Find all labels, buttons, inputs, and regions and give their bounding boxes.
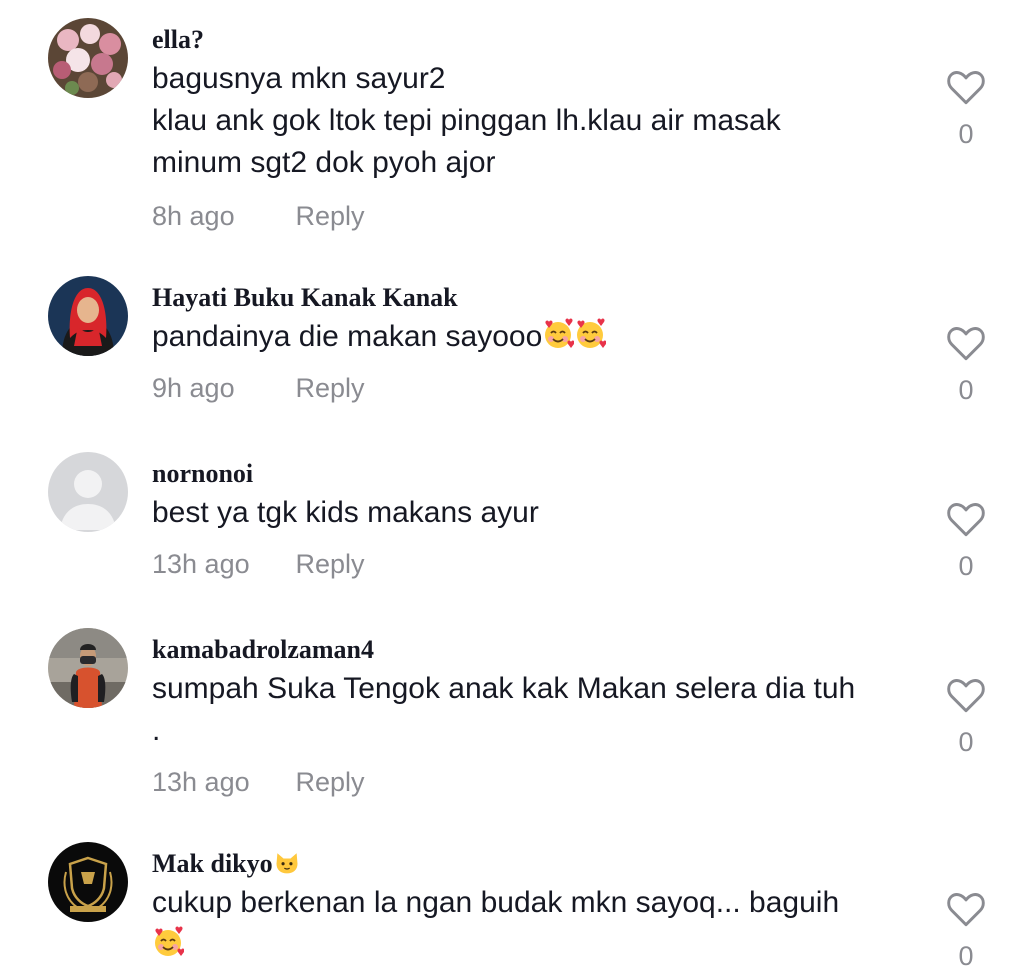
comment-text: pandainya die makan sayooo bbox=[152, 316, 912, 358]
comment-text: sumpah Suka Tengok anak kak Makan selera… bbox=[152, 668, 912, 752]
flower-bouquet-avatar[interactable] bbox=[48, 18, 128, 98]
heart-icon bbox=[944, 674, 988, 718]
comment-text-line: . bbox=[152, 714, 161, 747]
smiling-face-with-hearts-icon bbox=[542, 318, 574, 350]
comment-username[interactable]: Hayati Buku Kanak Kanak bbox=[152, 282, 458, 314]
heart-icon bbox=[944, 322, 988, 366]
hijab-woman-avatar[interactable] bbox=[48, 276, 128, 356]
comment-text: cukup berkenan la ngan budak mkn sayoq..… bbox=[152, 882, 912, 966]
heart-icon bbox=[944, 498, 988, 542]
man-in-mask-avatar[interactable] bbox=[48, 628, 128, 708]
like-count: 0 bbox=[958, 375, 974, 405]
heart-icon bbox=[944, 66, 988, 110]
like-button[interactable]: 0 bbox=[942, 674, 990, 758]
like-button[interactable]: 0 bbox=[942, 888, 990, 972]
comment-username-text: Mak dikyo bbox=[152, 849, 273, 878]
comment-meta: 9h ago Reply bbox=[152, 372, 365, 404]
comment-text-line: klau ank gok ltok tepi pinggan lh.klau a… bbox=[152, 104, 781, 137]
comment-meta: 8h ago Reply bbox=[152, 200, 365, 232]
comment-meta: 13h ago Reply bbox=[152, 766, 365, 798]
comment-text-line: minum sgt2 dok pyoh ajor bbox=[152, 146, 496, 179]
comment-username[interactable]: nornonoi bbox=[152, 458, 253, 490]
like-count: 0 bbox=[958, 119, 974, 149]
comment-timestamp: 9h ago bbox=[152, 373, 235, 403]
reply-button[interactable]: Reply bbox=[296, 372, 365, 404]
comment-text-line: bagusnya mkn sayur2 bbox=[152, 62, 446, 95]
smiling-face-with-hearts-icon bbox=[574, 318, 606, 350]
comment-username[interactable]: kamabadrolzaman4 bbox=[152, 634, 374, 666]
comment-text-line bbox=[152, 924, 912, 966]
like-button[interactable]: 0 bbox=[942, 498, 990, 582]
comment-text-line: best ya tgk kids makans ayur bbox=[152, 496, 539, 529]
kedah-crest-avatar[interactable] bbox=[48, 842, 128, 922]
comment-timestamp: 13h ago bbox=[152, 767, 250, 797]
smiling-face-with-hearts-icon bbox=[152, 926, 184, 958]
like-count: 0 bbox=[958, 941, 974, 971]
comment-text-line: cukup berkenan la ngan budak mkn sayoq..… bbox=[152, 886, 840, 919]
reply-button[interactable]: Reply bbox=[296, 766, 365, 798]
comment-text-line: sumpah Suka Tengok anak kak Makan selera… bbox=[152, 672, 856, 705]
comment-meta: 13h ago Reply bbox=[152, 548, 365, 580]
comment-timestamp: 8h ago bbox=[152, 201, 235, 231]
cat-face-icon bbox=[276, 853, 298, 874]
comment-username[interactable]: ella? bbox=[152, 24, 204, 56]
like-count: 0 bbox=[958, 727, 974, 757]
default-user-avatar[interactable] bbox=[48, 452, 128, 532]
comment-text: bagusnya mkn sayur2 klau ank gok ltok te… bbox=[152, 58, 912, 184]
like-button[interactable]: 0 bbox=[942, 322, 990, 406]
comment-text-line: pandainya die makan sayooo bbox=[152, 316, 912, 358]
comment-text-content: pandainya die makan sayooo bbox=[152, 320, 543, 353]
heart-icon bbox=[944, 888, 988, 932]
reply-button[interactable]: Reply bbox=[296, 548, 365, 580]
comment-timestamp: 13h ago bbox=[152, 549, 250, 579]
comment-username[interactable]: Mak dikyo bbox=[152, 848, 301, 880]
reply-button[interactable]: Reply bbox=[296, 200, 365, 232]
comment-text: best ya tgk kids makans ayur bbox=[152, 492, 912, 534]
like-count: 0 bbox=[958, 551, 974, 581]
like-button[interactable]: 0 bbox=[942, 66, 990, 150]
